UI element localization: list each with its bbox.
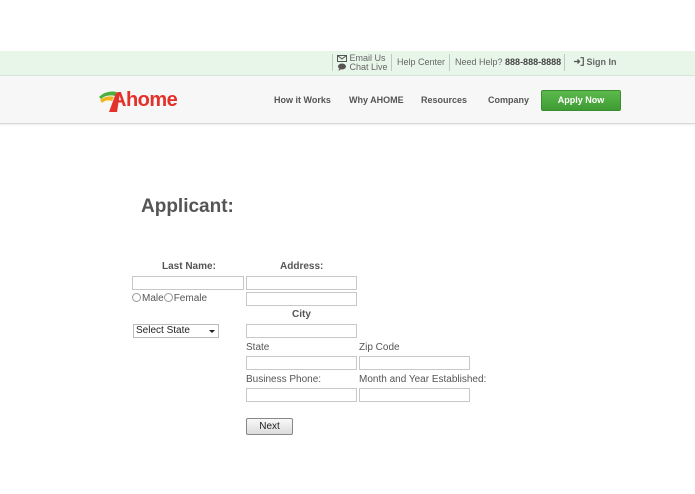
divider <box>449 54 450 71</box>
gender-radio-group: Male Female <box>132 292 208 304</box>
sign-in-icon <box>574 57 584 68</box>
state-input[interactable] <box>246 356 357 370</box>
month-year-established-label: Month and Year Established: <box>359 374 487 385</box>
page-title: Applicant: <box>141 196 234 217</box>
address-input-line1[interactable] <box>246 276 357 290</box>
zip-code-input[interactable] <box>359 356 470 370</box>
female-radio[interactable] <box>163 292 173 302</box>
nav-why-ahome[interactable]: Why AHOME <box>349 95 404 105</box>
divider <box>564 54 565 71</box>
need-help-text: Need Help? 888-888-8888 <box>455 57 561 67</box>
last-name-label: Last Name: <box>162 261 216 272</box>
chat-bubble-icon <box>337 63 347 73</box>
logo-text: Ahome <box>112 89 178 111</box>
male-label: Male <box>142 293 164 304</box>
chat-live-label: Chat Live <box>349 62 388 72</box>
phone-number[interactable]: 888-888-8888 <box>505 57 561 67</box>
state-label: State <box>246 342 270 353</box>
month-year-established-input[interactable] <box>359 388 470 402</box>
address-label: Address: <box>280 261 324 272</box>
nav-company[interactable]: Company <box>488 95 529 105</box>
apply-now-button[interactable]: Apply Now <box>541 90 621 111</box>
business-phone-input[interactable] <box>246 388 357 402</box>
sign-in-link[interactable]: Sign In <box>574 57 617 68</box>
state-select-value: Select State <box>136 325 190 336</box>
female-label: Female <box>173 293 208 304</box>
help-center-label: Help Center <box>397 57 446 67</box>
city-label: City <box>292 309 311 320</box>
help-center-link[interactable]: Help Center <box>397 57 445 67</box>
state-select[interactable]: Select State <box>133 324 219 338</box>
business-phone-label: Business Phone: <box>246 374 322 385</box>
divider <box>332 54 333 71</box>
nav-how-it-works[interactable]: How it Works <box>274 95 331 105</box>
utility-bar: Email Us Chat Live Help Center Need Help… <box>0 51 695 76</box>
ahome-logo[interactable]: Ahome <box>98 88 188 112</box>
city-input[interactable] <box>246 324 357 338</box>
next-button[interactable]: Next <box>246 418 293 435</box>
dropdown-arrow-icon <box>209 330 215 333</box>
nav-resources[interactable]: Resources <box>421 95 467 105</box>
male-radio[interactable] <box>132 292 141 302</box>
last-name-input[interactable] <box>132 276 244 290</box>
need-help-label: Need Help? <box>455 57 503 67</box>
address-input-line2[interactable] <box>246 292 357 306</box>
divider <box>391 54 392 71</box>
chat-live-link[interactable]: Chat Live <box>337 62 388 73</box>
zip-code-label: Zip Code <box>359 342 400 353</box>
sign-in-label: Sign In <box>586 57 617 67</box>
